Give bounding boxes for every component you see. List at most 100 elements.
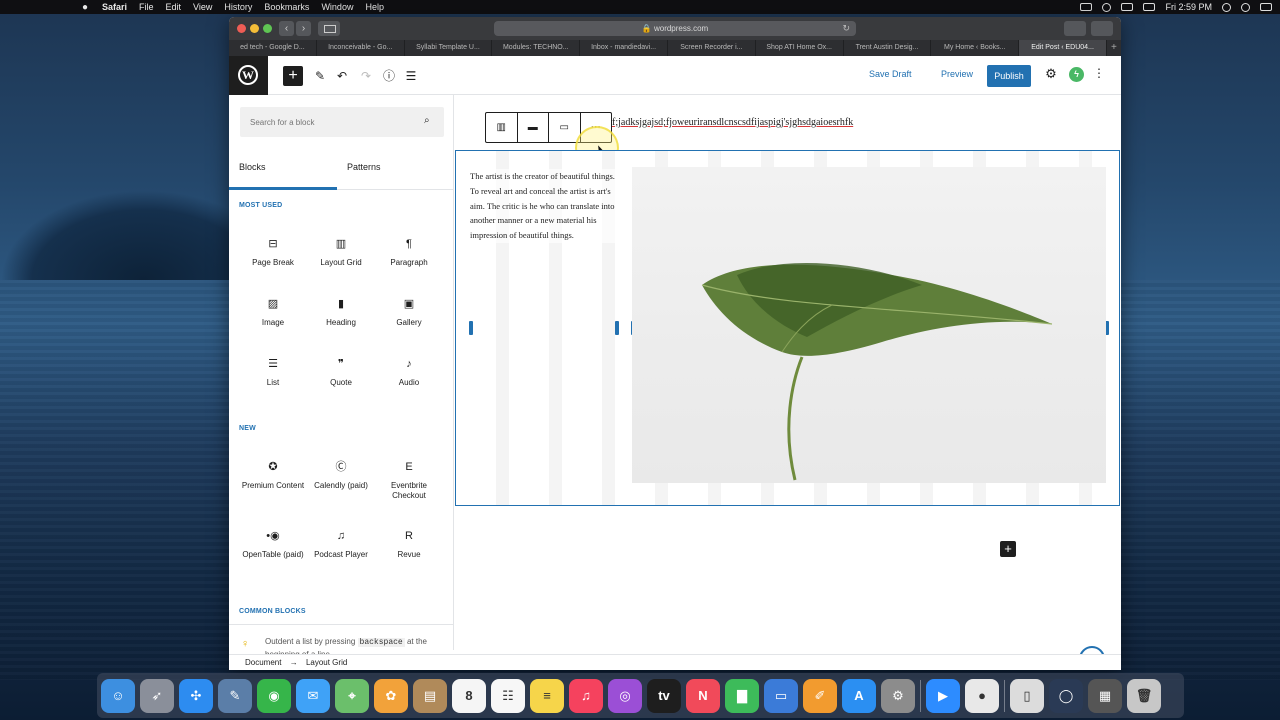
info-icon[interactable]: ⓘ [380, 67, 398, 85]
heading-block-text[interactable]: f;jadksjgajsd;fjoweuriransdlcnscsdfijasp… [612, 117, 853, 128]
forward-button[interactable]: › [296, 21, 311, 36]
browser-tab[interactable]: My Home ‹ Books... [931, 40, 1020, 56]
leaf-image-block[interactable] [632, 167, 1106, 483]
browser-tab[interactable]: Trent Austin Desig... [844, 40, 932, 56]
keynote-icon[interactable]: ▭ [764, 678, 798, 713]
notification-center-icon[interactable] [1260, 3, 1272, 11]
reload-icon[interactable]: ↻ [842, 21, 850, 36]
tab-blocks[interactable]: Blocks [229, 145, 337, 190]
browser-tab[interactable]: Modules: TECHNO... [492, 40, 581, 56]
undo-icon[interactable]: ↶ [333, 67, 351, 85]
tab-patterns[interactable]: Patterns [347, 145, 455, 190]
settings-gear-icon[interactable]: ⚙ [1043, 66, 1059, 84]
back-button[interactable]: ‹ [279, 21, 294, 36]
block-item-image[interactable]: ▨ Image [239, 296, 307, 328]
menu-history[interactable]: History [224, 2, 252, 12]
browser-tab[interactable]: Shop ATI Home Ox... [756, 40, 844, 56]
block-item-calendly-paid[interactable]: Ⓒ Calendly (paid) [307, 459, 375, 491]
layout-grid-block-icon[interactable]: ▥ [486, 113, 518, 142]
browser-tab[interactable]: Inconceivable - Go... [317, 40, 405, 56]
minimize-window-button[interactable] [250, 24, 259, 33]
menu-bookmarks[interactable]: Bookmarks [264, 2, 309, 12]
maps-icon[interactable]: ⌖ [335, 678, 369, 713]
block-item-quote[interactable]: ❞ Quote [307, 356, 375, 388]
wordpress-logo[interactable]: W [229, 56, 268, 95]
tv-icon[interactable]: tv [647, 678, 681, 713]
add-block-button[interactable]: + [1000, 541, 1016, 557]
screen-recorder-icon[interactable]: ● [965, 678, 999, 713]
vertical-align-icon[interactable]: ▬ [518, 113, 549, 142]
numbers-icon[interactable]: ▇ [725, 678, 759, 713]
safari-icon[interactable]: ✣ [179, 678, 213, 713]
block-item-page-break[interactable]: ⊟ Page Break [239, 236, 307, 268]
block-item-list[interactable]: ☰ List [239, 356, 307, 388]
redo-icon[interactable]: ↷ [357, 67, 375, 85]
browser-tab[interactable]: Inbox - mandiedavi... [580, 40, 668, 56]
reminders-icon[interactable]: ☷ [491, 678, 525, 713]
document-icon[interactable]: ▯ [1010, 678, 1044, 713]
column-resize-handle-mid-left[interactable] [615, 321, 619, 335]
browser-tab[interactable]: Edit Post ‹ EDU04... [1019, 40, 1107, 56]
breadcrumb-document[interactable]: Document [245, 658, 281, 667]
menu-safari[interactable]: Safari [102, 2, 127, 12]
more-options-icon[interactable]: ⋮ [1093, 66, 1105, 84]
apple-icon[interactable]: ● [78, 2, 92, 13]
finder-icon[interactable]: ☺ [101, 678, 135, 713]
browser-tab[interactable]: Screen Recorder i... [668, 40, 756, 56]
menu-edit[interactable]: Edit [166, 2, 182, 12]
zoom-window-button[interactable] [263, 24, 272, 33]
block-item-heading[interactable]: ▮ Heading [307, 296, 375, 328]
share-icon[interactable] [1064, 21, 1086, 36]
device-preview-icon[interactable]: ▭ [549, 113, 581, 142]
jetpack-icon[interactable]: ϟ [1069, 67, 1084, 82]
tab-overview-icon[interactable] [1091, 21, 1113, 36]
menu-file[interactable]: File [139, 2, 154, 12]
siri-icon[interactable]: ◯ [1049, 678, 1083, 713]
block-item-gallery[interactable]: ▣ Gallery [375, 296, 443, 328]
calendar-icon[interactable]: 8 [452, 678, 486, 713]
zoom-icon[interactable]: ▶ [926, 678, 960, 713]
save-draft-button[interactable]: Save Draft [869, 69, 912, 79]
podcasts-icon[interactable]: ◎ [608, 678, 642, 713]
spotlight-icon[interactable] [1222, 2, 1231, 12]
browser-tab[interactable]: ed tech - Google D... [229, 40, 317, 56]
close-window-button[interactable] [237, 24, 246, 33]
clock[interactable]: Fri 2:59 PM [1165, 2, 1212, 12]
notes-icon[interactable]: ≡ [530, 678, 564, 713]
block-item-eventbrite-checkout[interactable]: E Eventbrite Checkout [375, 459, 443, 501]
recent-folder-icon[interactable]: ▦ [1088, 678, 1122, 713]
menu-window[interactable]: Window [321, 2, 353, 12]
menu-view[interactable]: View [193, 2, 212, 12]
column-resize-handle-left[interactable] [469, 321, 473, 335]
layout-grid-block[interactable]: The artist is the creator of beautiful t… [455, 150, 1120, 506]
new-tab-button[interactable]: + [1107, 40, 1121, 56]
list-view-icon[interactable]: ☰ [402, 67, 420, 85]
news-icon[interactable]: N [686, 678, 720, 713]
notes-book-icon[interactable]: ▤ [413, 678, 447, 713]
block-inserter-toggle[interactable]: + [283, 66, 303, 86]
display-icon[interactable] [1080, 3, 1093, 11]
preview-icon[interactable]: ✎ [218, 678, 252, 713]
address-bar[interactable]: 🔒 wordpress.com ↻ [494, 21, 856, 36]
preview-button[interactable]: Preview [941, 69, 973, 79]
messages-icon[interactable]: ✉ [296, 678, 330, 713]
system-preferences-icon[interactable]: ⚙ [881, 678, 915, 713]
breadcrumb-layout-grid[interactable]: Layout Grid [306, 658, 347, 667]
photos-icon[interactable]: ✿ [374, 678, 408, 713]
pages-icon[interactable]: ✐ [803, 678, 837, 713]
block-search-input[interactable] [240, 107, 420, 137]
browser-tab[interactable]: Syllabi Template U... [405, 40, 493, 56]
trash-icon[interactable]: 🗑 [1127, 678, 1161, 713]
music-icon[interactable]: ♫ [569, 678, 603, 713]
launchpad-icon[interactable]: ➶ [140, 678, 174, 713]
battery-icon[interactable] [1121, 3, 1134, 11]
publish-button[interactable]: Publish [987, 65, 1031, 87]
app-store-icon[interactable]: A [842, 678, 876, 713]
keyboard-icon[interactable] [1143, 3, 1156, 11]
wifi-icon[interactable] [1102, 2, 1112, 12]
block-item-podcast-player[interactable]: ♫ Podcast Player [307, 528, 375, 560]
sidebar-toggle-icon[interactable] [318, 21, 340, 36]
menu-help[interactable]: Help [365, 2, 384, 12]
facetime-icon[interactable]: ◉ [257, 678, 291, 713]
block-item-paragraph[interactable]: ¶ Paragraph [375, 236, 443, 268]
